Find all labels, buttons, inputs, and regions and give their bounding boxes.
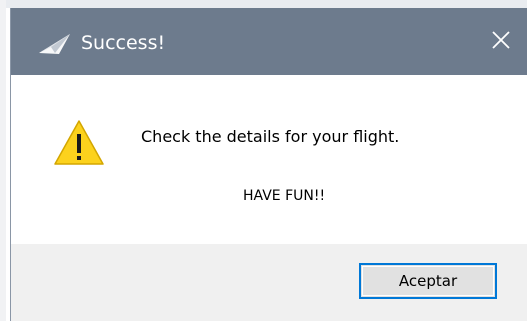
close-icon: [491, 30, 511, 54]
dialog-titlebar[interactable]: Success!: [11, 8, 527, 75]
background-window-edge: [0, 0, 6, 321]
aceptar-button[interactable]: Aceptar: [359, 263, 497, 299]
success-dialog: Success! Check the details for your flig…: [10, 8, 527, 321]
close-button[interactable]: [479, 22, 523, 62]
dialog-footer: Aceptar: [11, 244, 527, 321]
dialog-title: Success!: [81, 32, 166, 54]
warning-triangle-icon: [53, 119, 105, 167]
background-window-strip: [0, 0, 527, 8]
dialog-submessage: HAVE FUN!!: [243, 188, 326, 204]
dialog-message: Check the details for your flight.: [141, 127, 400, 146]
paper-plane-icon: [39, 33, 71, 55]
dialog-content: Check the details for your flight. HAVE …: [11, 75, 527, 244]
